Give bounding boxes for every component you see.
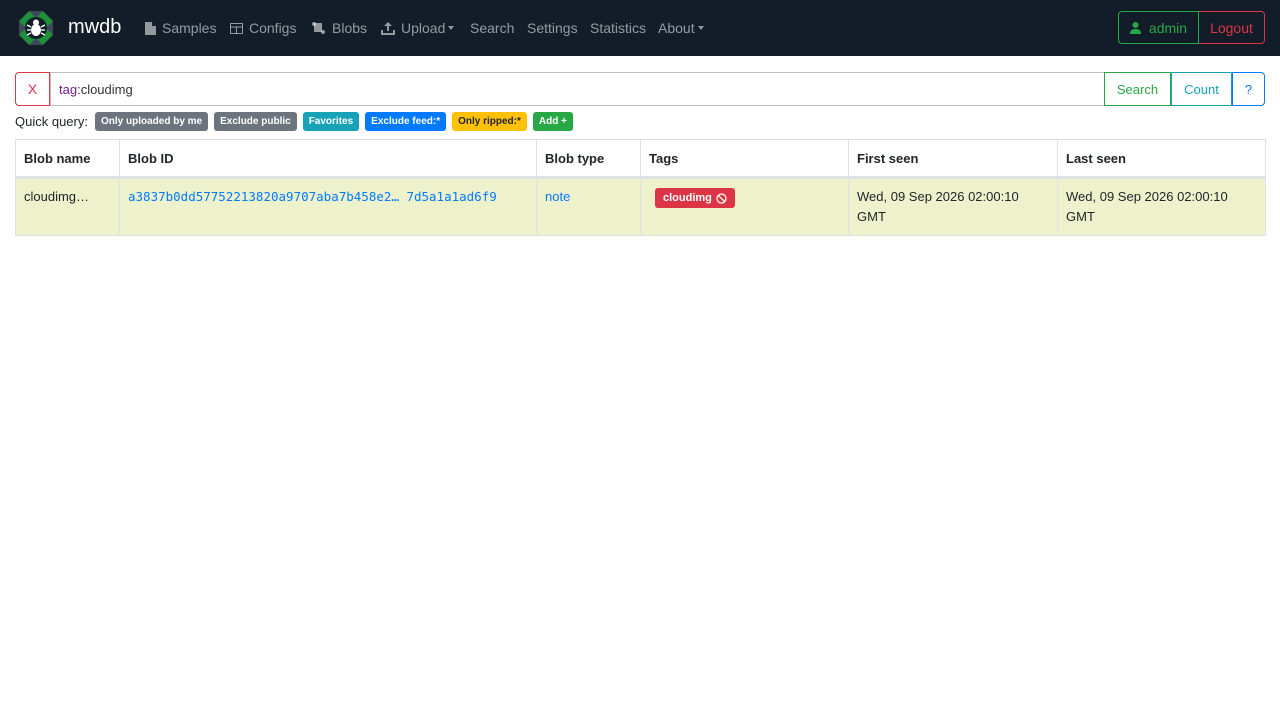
- tag-badge[interactable]: cloudimg: [655, 188, 735, 208]
- blobs-table: Blob name Blob ID Blob type Tags First s…: [15, 139, 1266, 236]
- profile-button[interactable]: admin: [1118, 11, 1199, 44]
- help-button[interactable]: ?: [1232, 72, 1265, 106]
- count-button[interactable]: Count: [1171, 72, 1232, 106]
- nav-about[interactable]: About: [658, 18, 704, 38]
- search-button[interactable]: Search: [1104, 72, 1171, 106]
- column-header-blob-type: Blob type: [536, 139, 641, 179]
- ban-icon[interactable]: [716, 192, 727, 204]
- quick-query-label: Quick query:: [15, 114, 88, 129]
- table-header-row: Blob name Blob ID Blob type Tags First s…: [15, 139, 1266, 179]
- logout-button[interactable]: Logout: [1199, 11, 1265, 44]
- tag-label: cloudimg: [663, 192, 712, 204]
- nav-upload-label: Upload: [401, 20, 446, 36]
- column-header-blob-name: Blob name: [15, 139, 120, 179]
- scroll-icon: [312, 22, 325, 34]
- blob-type-cell: note: [536, 177, 641, 236]
- quick-query-only-uploaded-by-me[interactable]: Only uploaded by me: [94, 112, 209, 131]
- nav-search[interactable]: Search: [470, 18, 514, 38]
- blob-name-cell: cloudimg…: [15, 177, 120, 236]
- table-icon: [230, 22, 243, 34]
- clear-search-button[interactable]: X: [15, 72, 50, 106]
- brand-title[interactable]: mwdb: [68, 14, 121, 40]
- quick-query-add-button[interactable]: Add +: [532, 112, 573, 131]
- nav-samples[interactable]: Samples: [145, 18, 216, 38]
- tags-cell: cloudimg: [640, 177, 849, 236]
- user-icon: [1129, 21, 1141, 34]
- nav-blobs[interactable]: Blobs: [312, 18, 367, 38]
- file-icon: [145, 21, 156, 35]
- nav-blobs-label: Blobs: [332, 20, 368, 36]
- quick-query-exclude-feed[interactable]: Exclude feed:*: [365, 112, 447, 131]
- nav-samples-label: Samples: [162, 20, 217, 36]
- column-header-first-seen: First seen: [848, 139, 1058, 179]
- user-button-group: admin Logout: [1118, 11, 1265, 44]
- blob-id-link[interactable]: a3837b0dd57752213820a9707aba7b458e2… 7d5…: [128, 189, 497, 204]
- navbar: mwdb Samples Configs Blobs Upload Search…: [0, 0, 1280, 56]
- query-field: tag: [59, 81, 78, 97]
- first-seen-value: Wed, 09 Sep 2026 02:00:10 GMT: [857, 189, 1019, 224]
- quick-query-bar: Quick query: Only uploaded by me Exclude…: [15, 112, 579, 131]
- first-seen-cell: Wed, 09 Sep 2026 02:00:10 GMT: [848, 177, 1058, 236]
- chevron-down-icon: [448, 26, 455, 30]
- blob-name: cloudimg…: [24, 189, 90, 204]
- nav-settings-label: Settings: [527, 20, 578, 36]
- query-value: :cloudimg: [77, 81, 133, 97]
- nav-search-label: Search: [470, 20, 515, 36]
- nav-configs-label: Configs: [249, 20, 297, 36]
- last-seen-cell: Wed, 09 Sep 2026 02:00:10 GMT: [1057, 177, 1266, 236]
- quick-query-favorites[interactable]: Favorites: [302, 112, 360, 131]
- quick-query-exclude-public[interactable]: Exclude public: [214, 112, 297, 131]
- nav-statistics[interactable]: Statistics: [590, 18, 646, 38]
- blob-type-link[interactable]: note: [545, 189, 570, 204]
- chevron-down-icon: [697, 26, 704, 30]
- column-header-tags: Tags: [640, 139, 849, 179]
- nav-about-label: About: [658, 20, 695, 36]
- table-row[interactable]: cloudimg… a3837b0dd57752213820a9707aba7b…: [15, 177, 1266, 236]
- nav-upload[interactable]: Upload: [381, 18, 455, 38]
- nav-settings[interactable]: Settings: [527, 18, 578, 38]
- nav-configs[interactable]: Configs: [230, 18, 296, 38]
- column-header-last-seen: Last seen: [1057, 139, 1266, 179]
- username-label: admin: [1148, 19, 1188, 36]
- column-header-blob-id: Blob ID: [119, 139, 537, 179]
- mwdb-logo-icon[interactable]: [18, 10, 54, 46]
- last-seen-value: Wed, 09 Sep 2026 02:00:10 GMT: [1066, 189, 1228, 224]
- search-bar: X tag:cloudimg Search Count ?: [15, 72, 1265, 106]
- search-input[interactable]: tag:cloudimg: [50, 72, 1105, 106]
- quick-query-only-ripped[interactable]: Only ripped:*: [452, 112, 527, 131]
- nav-statistics-label: Statistics: [590, 20, 647, 36]
- blob-id-cell: a3837b0dd57752213820a9707aba7b458e2… 7d5…: [119, 177, 537, 236]
- upload-icon: [381, 21, 395, 35]
